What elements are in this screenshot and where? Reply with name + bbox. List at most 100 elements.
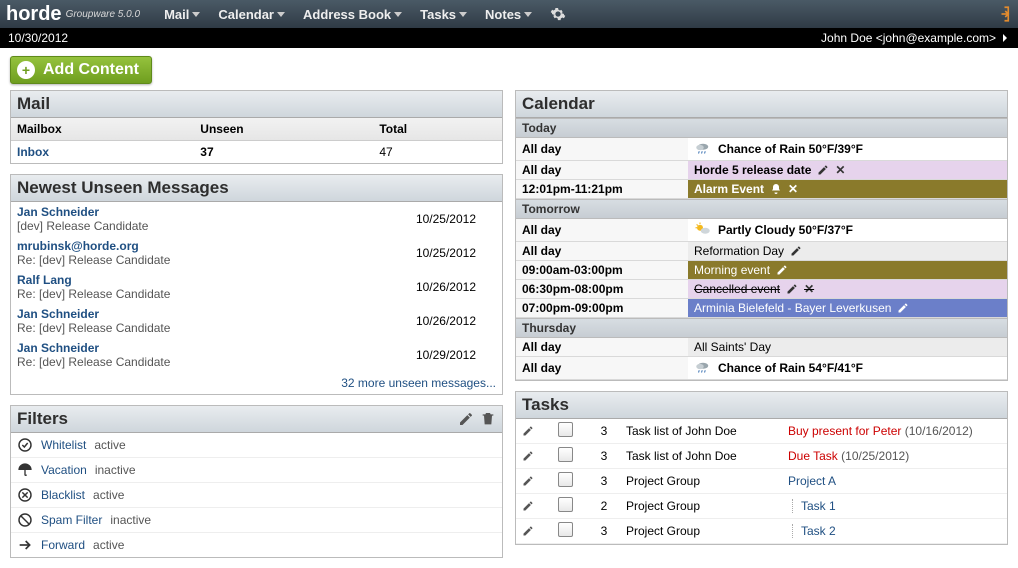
calendar-event[interactable]: Alarm Event✕ [688, 180, 1007, 198]
pencil-icon[interactable] [522, 525, 546, 537]
more-unseen-link[interactable]: 32 more unseen messages... [11, 372, 502, 394]
mail-col-total: Total [373, 118, 502, 141]
calendar-time: All day [516, 138, 688, 160]
pencil-icon[interactable] [897, 302, 909, 314]
main-menu: Mail Calendar Address Book Tasks Notes [164, 6, 566, 22]
tasks-widget: Tasks 3Task list of John DoeBuy present … [515, 391, 1008, 545]
calendar-event-text: Chance of Rain 54°F/41°F [718, 361, 863, 375]
gear-icon[interactable] [550, 6, 566, 22]
mail-unseen-count: 37 [200, 145, 213, 159]
trash-icon[interactable] [480, 411, 496, 427]
pencil-icon[interactable] [790, 245, 802, 257]
filter-name-link[interactable]: Spam Filter [41, 513, 102, 527]
message-date: 10/25/2012 [416, 212, 496, 226]
message-row[interactable]: mrubinsk@horde.orgRe: [dev] Release Cand… [11, 236, 502, 270]
newest-widget: Newest Unseen Messages Jan Schneider[dev… [10, 174, 503, 395]
menu-address-book[interactable]: Address Book [303, 7, 402, 22]
filter-name-link[interactable]: Blacklist [41, 488, 85, 502]
task-due-date: (10/16/2012) [905, 424, 973, 438]
mailbox-inbox-link[interactable]: Inbox [17, 145, 49, 159]
filter-name-link[interactable]: Forward [41, 538, 85, 552]
filter-name-link[interactable]: Whitelist [41, 438, 86, 452]
message-from[interactable]: Ralf Lang [17, 273, 416, 287]
task-name-link[interactable]: Project A [788, 474, 836, 488]
calendar-widget: Calendar TodayAll dayChance of Rain 50°F… [515, 90, 1008, 381]
calendar-event-text: Morning event [694, 263, 770, 277]
pencil-icon[interactable] [776, 264, 788, 276]
task-checkbox[interactable] [558, 522, 573, 537]
current-user[interactable]: John Doe <john@example.com> [821, 31, 996, 45]
calendar-event[interactable]: Chance of Rain 50°F/39°F [688, 138, 1007, 160]
message-from[interactable]: mrubinsk@horde.org [17, 239, 416, 253]
current-date: 10/30/2012 [8, 31, 68, 45]
chevron-right-icon [1000, 33, 1010, 43]
menu-notes[interactable]: Notes [485, 7, 532, 22]
task-name-link[interactable]: Task 2 [788, 524, 836, 538]
logout-icon[interactable] [994, 5, 1012, 23]
close-icon[interactable]: ✕ [788, 182, 798, 196]
task-checkbox[interactable] [558, 447, 573, 462]
calendar-section-header: Thursday [516, 318, 1007, 338]
filter-name-link[interactable]: Vacation [41, 463, 87, 477]
calendar-event-text: Chance of Rain 50°F/39°F [718, 142, 863, 156]
calendar-event[interactable]: Cancelled event✕ [688, 280, 1007, 298]
calendar-event[interactable]: Morning event [688, 261, 1007, 279]
task-name-link[interactable]: Buy present for Peter [788, 424, 901, 438]
menu-mail[interactable]: Mail [164, 7, 200, 22]
task-priority: 3 [588, 419, 620, 444]
pencil-icon[interactable] [522, 425, 546, 437]
pencil-icon[interactable] [522, 475, 546, 487]
message-date: 10/26/2012 [416, 280, 496, 294]
menu-tasks[interactable]: Tasks [420, 7, 467, 22]
message-row[interactable]: Ralf LangRe: [dev] Release Candidate10/2… [11, 270, 502, 304]
task-checkbox[interactable] [558, 472, 573, 487]
newest-widget-title: Newest Unseen Messages [17, 178, 229, 198]
calendar-time: All day [516, 219, 688, 241]
pencil-icon[interactable] [817, 164, 829, 176]
pencil-icon[interactable] [786, 283, 798, 295]
close-icon[interactable]: ✕ [835, 163, 845, 177]
menu-calendar[interactable]: Calendar [218, 7, 285, 22]
task-row: 3Task list of John DoeBuy present for Pe… [516, 419, 1007, 444]
message-from[interactable]: Jan Schneider [17, 341, 416, 355]
task-checkbox[interactable] [558, 422, 573, 437]
message-row[interactable]: Jan SchneiderRe: [dev] Release Candidate… [11, 338, 502, 372]
close-icon[interactable]: ✕ [804, 282, 814, 296]
calendar-row: All dayAll Saints' Day [516, 338, 1007, 357]
message-from[interactable]: Jan Schneider [17, 205, 416, 219]
calendar-event-text: Reformation Day [694, 244, 784, 258]
mail-col-unseen: Unseen [194, 118, 373, 141]
pencil-icon[interactable] [458, 411, 474, 427]
task-priority: 3 [588, 444, 620, 469]
calendar-event[interactable]: Horde 5 release date✕ [688, 161, 1007, 179]
umbrella-icon [17, 462, 33, 478]
chevron-down-icon [394, 12, 402, 17]
task-checkbox[interactable] [558, 497, 573, 512]
calendar-section-header: Today [516, 118, 1007, 138]
task-name-link[interactable]: Due Task [788, 449, 838, 463]
mail-widget: Mail Mailbox Unseen Total Inbox 37 47 [10, 90, 503, 164]
add-content-button[interactable]: + Add Content [10, 56, 152, 84]
message-row[interactable]: Jan Schneider[dev] Release Candidate10/2… [11, 202, 502, 236]
calendar-time: All day [516, 242, 688, 260]
message-date: 10/25/2012 [416, 246, 496, 260]
filter-state: inactive [95, 463, 136, 477]
message-from[interactable]: Jan Schneider [17, 307, 416, 321]
calendar-time: 06:30pm-08:00pm [516, 280, 688, 298]
pencil-icon[interactable] [522, 450, 546, 462]
info-bar: 10/30/2012 John Doe <john@example.com> [0, 28, 1018, 48]
message-row[interactable]: Jan SchneiderRe: [dev] Release Candidate… [11, 304, 502, 338]
calendar-event[interactable]: Chance of Rain 54°F/41°F [688, 357, 1007, 379]
chevron-down-icon [459, 12, 467, 17]
calendar-event[interactable]: Arminia Bielefeld - Bayer Leverkusen [688, 299, 1007, 317]
calendar-event[interactable]: Partly Cloudy 50°F/37°F [688, 219, 1007, 241]
pencil-icon[interactable] [522, 500, 546, 512]
message-subject: Re: [dev] Release Candidate [17, 355, 416, 369]
app-subtitle: Groupware 5.0.0 [66, 9, 141, 20]
calendar-time: 07:00pm-09:00pm [516, 299, 688, 317]
calendar-event[interactable]: All Saints' Day [688, 338, 1007, 356]
check-circle-icon [17, 437, 33, 453]
calendar-event[interactable]: Reformation Day [688, 242, 1007, 260]
calendar-row: 12:01pm-11:21pmAlarm Event✕ [516, 180, 1007, 199]
calendar-event-text: Partly Cloudy 50°F/37°F [718, 223, 853, 237]
